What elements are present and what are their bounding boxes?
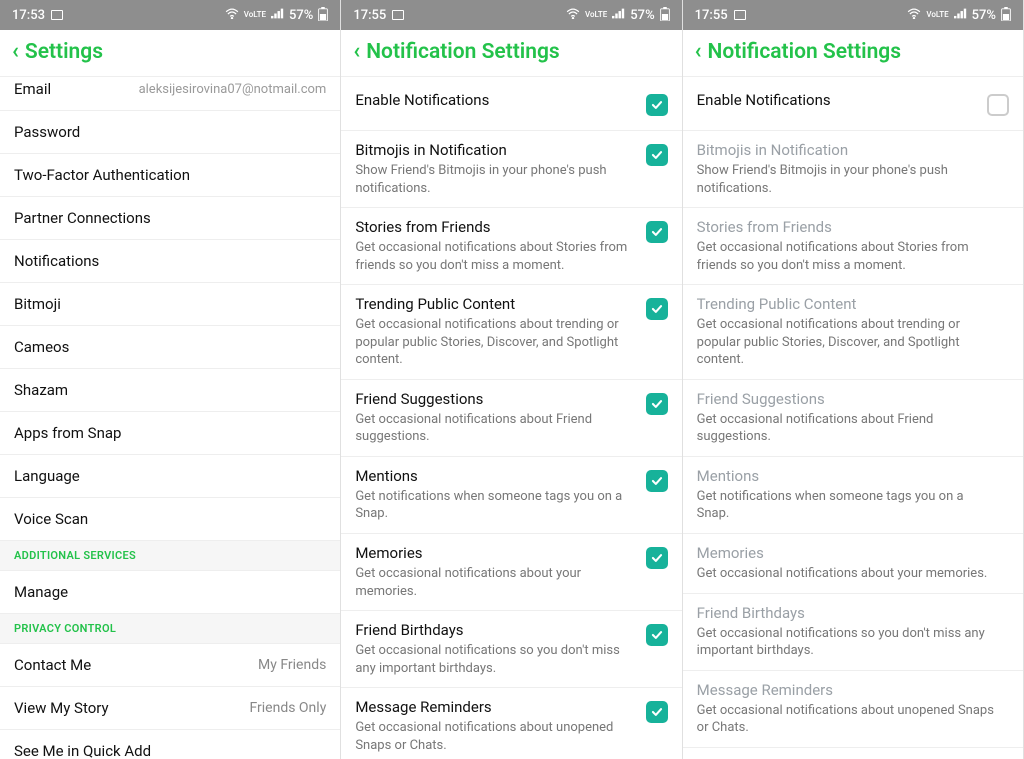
status-battery: 57% [972, 8, 996, 23]
volte-icon: VoLTE [244, 11, 266, 19]
notif-row-friend-suggestions: Friend SuggestionsGet occasional notific… [683, 380, 1023, 457]
checkbox-enable[interactable] [987, 94, 1009, 116]
status-time: 17:55 [695, 8, 728, 23]
back-icon[interactable]: ‹ [353, 41, 360, 63]
panel-notifications-disabled: 17:55 VoLTE 57% ‹ Notification Settings … [683, 0, 1024, 759]
panel-notifications-enabled: 17:55 VoLTE 57% ‹ Notification Settings … [341, 0, 682, 759]
notif-row-enable[interactable]: Enable Notifications [683, 77, 1023, 131]
checkbox-enable[interactable] [646, 94, 668, 116]
checkbox-friend-suggestions[interactable] [646, 393, 668, 415]
checkbox-birthdays[interactable] [646, 624, 668, 646]
settings-row-manage[interactable]: Manage [0, 571, 340, 614]
back-icon[interactable]: ‹ [695, 41, 702, 63]
wifi-icon [907, 8, 921, 22]
header: ‹ Settings [0, 30, 340, 77]
notif-row-memories: MemoriesGet occasional notifications abo… [683, 534, 1023, 594]
settings-row-quick-add[interactable]: See Me in Quick Add [0, 730, 340, 759]
settings-row-apps-from-snap[interactable]: Apps from Snap [0, 412, 340, 455]
section-additional-services: ADDITIONAL SERVICES [0, 541, 340, 571]
settings-row-partner-connections[interactable]: Partner Connections [0, 197, 340, 240]
screenshot-icon [51, 10, 63, 20]
settings-row-email[interactable]: Email aleksijesirovina07@notmail.com [0, 77, 340, 111]
battery-icon [318, 7, 328, 24]
settings-row-view-my-story[interactable]: View My Story Friends Only [0, 687, 340, 730]
status-battery: 57% [630, 8, 654, 23]
settings-row-notifications[interactable]: Notifications [0, 240, 340, 283]
notif-row-birthdays[interactable]: Friend BirthdaysGet occasional notificat… [341, 611, 681, 688]
battery-icon [660, 7, 670, 24]
settings-row-voice-scan[interactable]: Voice Scan [0, 498, 340, 541]
status-time: 17:55 [353, 8, 386, 23]
notif-row-creative-effects: Creative EffectsGet notifications about … [683, 748, 1023, 759]
notif-row-friend-suggestions[interactable]: Friend SuggestionsGet occasional notific… [341, 380, 681, 457]
notif-row-trending[interactable]: Trending Public ContentGet occasional no… [341, 285, 681, 380]
header: ‹ Notification Settings [341, 30, 681, 77]
battery-icon [1001, 7, 1011, 24]
settings-row-language[interactable]: Language [0, 455, 340, 498]
checkbox-trending[interactable] [646, 298, 668, 320]
checkbox-memories[interactable] [646, 547, 668, 569]
notif-row-bitmojis[interactable]: Bitmojis in NotificationShow Friend's Bi… [341, 131, 681, 208]
notif-row-enable[interactable]: Enable Notifications [341, 77, 681, 131]
volte-icon: VoLTE [585, 11, 607, 19]
settings-row-two-factor[interactable]: Two-Factor Authentication [0, 154, 340, 197]
screenshot-icon [392, 10, 404, 20]
signal-icon [271, 8, 284, 22]
signal-icon [612, 8, 625, 22]
page-title: Notification Settings [366, 40, 560, 64]
wifi-icon [225, 8, 239, 22]
settings-row-password[interactable]: Password [0, 111, 340, 154]
notif-row-bitmojis: Bitmojis in NotificationShow Friend's Bi… [683, 131, 1023, 208]
settings-row-shazam[interactable]: Shazam [0, 369, 340, 412]
section-privacy-control: PRIVACY CONTROL [0, 614, 340, 644]
notif-row-mentions: MentionsGet notifications when someone t… [683, 457, 1023, 534]
status-time: 17:53 [12, 8, 45, 23]
page-title: Settings [25, 40, 103, 64]
screenshot-icon [734, 10, 746, 20]
notif-row-message-reminders[interactable]: Message RemindersGet occasional notifica… [341, 688, 681, 759]
status-bar: 17:55 VoLTE 57% [683, 0, 1023, 30]
settings-row-bitmoji[interactable]: Bitmoji [0, 283, 340, 326]
notif-row-stories: Stories from FriendsGet occasional notif… [683, 208, 1023, 285]
status-bar: 17:53 VoLTE 57% [0, 0, 340, 30]
notif-row-memories[interactable]: MemoriesGet occasional notifications abo… [341, 534, 681, 611]
page-title: Notification Settings [708, 40, 902, 64]
panel-settings: 17:53 VoLTE 57% ‹ Settings Email aleksij… [0, 0, 341, 759]
checkbox-bitmojis[interactable] [646, 144, 668, 166]
notif-row-message-reminders: Message RemindersGet occasional notifica… [683, 671, 1023, 748]
notif-row-stories[interactable]: Stories from FriendsGet occasional notif… [341, 208, 681, 285]
row-value: aleksijesirovina07@notmail.com [139, 82, 327, 97]
notif-row-mentions[interactable]: MentionsGet notifications when someone t… [341, 457, 681, 534]
checkbox-stories[interactable] [646, 221, 668, 243]
settings-row-cameos[interactable]: Cameos [0, 326, 340, 369]
volte-icon: VoLTE [926, 11, 948, 19]
notif-row-trending: Trending Public ContentGet occasional no… [683, 285, 1023, 380]
header: ‹ Notification Settings [683, 30, 1023, 77]
settings-row-contact-me[interactable]: Contact Me My Friends [0, 644, 340, 687]
wifi-icon [566, 8, 580, 22]
status-battery: 57% [289, 8, 313, 23]
back-icon[interactable]: ‹ [12, 41, 19, 63]
checkbox-message-reminders[interactable] [646, 701, 668, 723]
signal-icon [954, 8, 967, 22]
status-bar: 17:55 VoLTE 57% [341, 0, 681, 30]
notif-row-birthdays: Friend BirthdaysGet occasional notificat… [683, 594, 1023, 671]
row-label: Email [14, 80, 139, 98]
checkbox-mentions[interactable] [646, 470, 668, 492]
